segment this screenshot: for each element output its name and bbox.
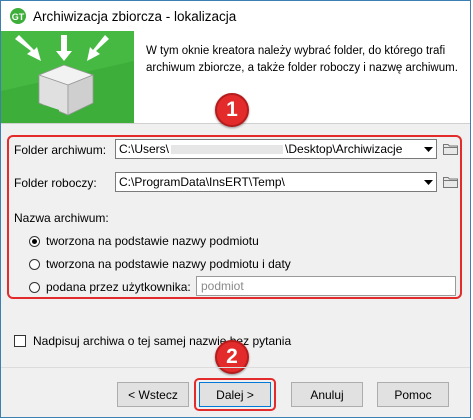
window-title: Archiwizacja zbiorcza - lokalizacja xyxy=(33,8,237,24)
folder-icon xyxy=(442,177,458,188)
overwrite-checkbox-row[interactable]: Nadpisuj archiwa o tej samej nazwie bez … xyxy=(14,334,291,348)
footer-divider xyxy=(1,367,470,368)
work-folder-value: C:\ProgramData\InsERT\Temp\ xyxy=(119,175,285,189)
svg-text:GT: GT xyxy=(12,12,25,22)
title-bar: GT Archiwizacja zbiorcza - lokalizacja xyxy=(1,1,470,31)
radio-option-name[interactable]: tworzona na podstawie nazwy podmiotu xyxy=(29,234,259,248)
archive-folder-prefix: C:\Users\ xyxy=(119,142,170,156)
radio-option-label: tworzona na podstawie nazwy podmiotu xyxy=(46,234,259,248)
overwrite-label: Nadpisuj archiwa o tej samej nazwie bez … xyxy=(33,334,292,348)
user-archive-name-input[interactable] xyxy=(196,276,456,296)
overwrite-checkbox[interactable] xyxy=(14,335,26,347)
chevron-down-icon[interactable] xyxy=(420,140,436,158)
archive-folder-suffix: \Desktop\Archiwizacje xyxy=(285,142,403,156)
radio-option-label: podana przez użytkownika: xyxy=(46,280,191,294)
callout-badge-1: 1 xyxy=(215,93,249,127)
cancel-button[interactable]: Anuluj xyxy=(291,382,363,407)
redacted-username xyxy=(171,145,284,155)
archive-name-label: Nazwa archiwum: xyxy=(14,211,109,225)
radio-button[interactable] xyxy=(29,258,40,270)
wizard-window: GT Archiwizacja zbiorcza - lokalizacja W… xyxy=(0,0,471,418)
radio-button-checked[interactable] xyxy=(29,235,40,247)
radio-option-name-date[interactable]: tworzona na podstawie nazwy podmiotu i d… xyxy=(29,257,291,271)
radio-button[interactable] xyxy=(29,281,40,293)
callout-badge-2: 2 xyxy=(215,340,249,374)
work-folder-combo[interactable]: C:\ProgramData\InsERT\Temp\ xyxy=(115,172,437,192)
archive-folder-label: Folder archiwum: xyxy=(14,143,107,157)
app-logo-icon: GT xyxy=(10,8,26,24)
back-button[interactable]: < Wstecz xyxy=(117,382,189,407)
browse-archive-folder-button[interactable] xyxy=(438,139,462,159)
browse-work-folder-button[interactable] xyxy=(438,172,462,192)
archive-folder-combo[interactable]: C:\Users\ \Desktop\Archiwizacje xyxy=(115,139,437,159)
radio-option-label: tworzona na podstawie nazwy podmiotu i d… xyxy=(46,257,291,271)
folder-icon xyxy=(442,144,458,155)
work-folder-label: Folder roboczy: xyxy=(14,176,97,190)
archive-box-icon xyxy=(1,31,134,123)
help-button[interactable]: Pomoc xyxy=(377,382,449,407)
radio-option-user[interactable]: podana przez użytkownika: xyxy=(29,280,191,294)
chevron-down-icon[interactable] xyxy=(420,173,436,191)
header-description: W tym oknie kreatora należy wybrać folde… xyxy=(146,45,458,74)
next-button-highlight xyxy=(194,378,276,411)
